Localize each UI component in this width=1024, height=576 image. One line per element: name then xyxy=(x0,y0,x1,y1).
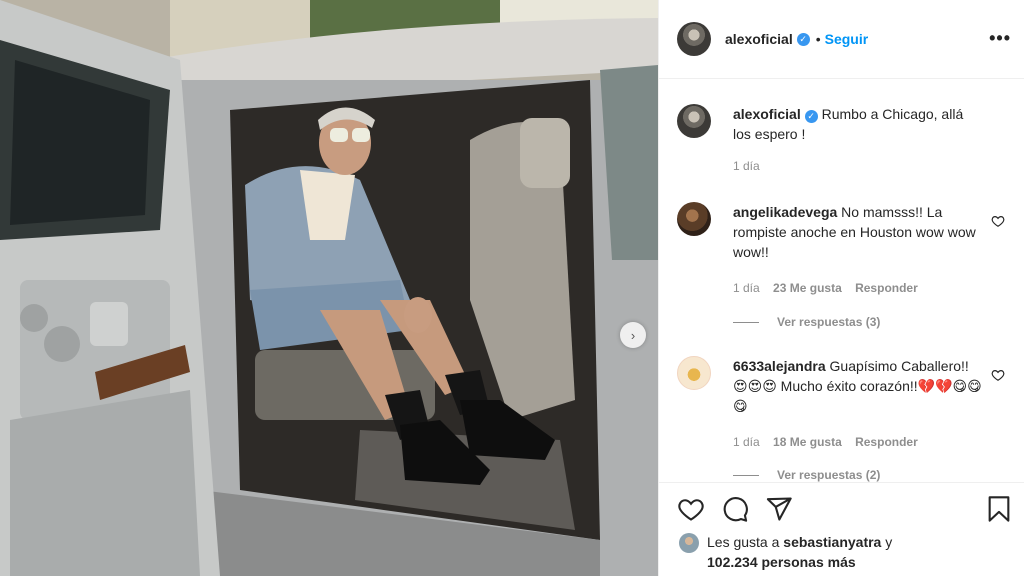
comment-likes[interactable]: 23 Me gusta xyxy=(773,281,842,295)
reply-button[interactable]: Responder xyxy=(855,435,918,449)
comment-body: angelikadevega No mamsss!! La rompiste a… xyxy=(733,202,983,298)
comments-list[interactable]: alexoficial ✓ Rumbo a Chicago, allá los e… xyxy=(659,80,1024,482)
comment-body: 6633alejandra Guapísimo Caballero!!😍😍😍 M… xyxy=(733,356,983,452)
heart-icon[interactable] xyxy=(991,368,1005,382)
comment-username[interactable]: angelikadevega xyxy=(733,204,837,220)
caption-body: alexoficial ✓ Rumbo a Chicago, allá los e… xyxy=(733,104,983,176)
likes-text: Les gusta a sebastianyatra y 102.234 per… xyxy=(707,532,892,572)
verified-badge-icon: ✓ xyxy=(804,110,818,123)
comment-username[interactable]: 6633alejandra xyxy=(733,358,826,374)
post-image xyxy=(0,0,658,576)
caption-time[interactable]: 1 día xyxy=(733,159,760,173)
chevron-right-icon: › xyxy=(630,327,636,343)
heart-icon[interactable] xyxy=(677,495,705,523)
reply-button[interactable]: Responder xyxy=(855,281,918,295)
avatar[interactable] xyxy=(677,202,711,236)
action-bar xyxy=(659,482,1024,538)
comment-time[interactable]: 1 día xyxy=(733,281,760,295)
divider xyxy=(733,474,759,476)
comment-icon[interactable] xyxy=(721,495,749,523)
post-sidebar: alexoficial ✓ • Seguir ••• alexoficial ✓ … xyxy=(658,0,1024,576)
share-icon[interactable] xyxy=(765,495,793,523)
post-photo[interactable]: › xyxy=(0,0,658,576)
likes-conj: y xyxy=(885,534,893,550)
view-replies-button[interactable]: Ver respuestas (3) xyxy=(733,315,880,329)
post-header: alexoficial ✓ • Seguir ••• xyxy=(659,0,1024,79)
avatar[interactable] xyxy=(677,22,711,56)
likes-prefix: Les gusta a xyxy=(707,534,780,550)
comment-likes[interactable]: 18 Me gusta xyxy=(773,435,842,449)
follow-button[interactable]: Seguir xyxy=(825,31,869,47)
divider xyxy=(733,321,759,323)
more-options-icon[interactable]: ••• xyxy=(989,28,1011,49)
avatar xyxy=(679,533,699,553)
comment-meta: 1 día 23 Me gusta Responder xyxy=(733,278,983,298)
view-replies-label: Ver respuestas (2) xyxy=(777,468,881,482)
likes-count[interactable]: 102.234 personas más xyxy=(707,554,856,570)
author-username[interactable]: alexoficial xyxy=(725,31,793,47)
avatar[interactable] xyxy=(677,356,711,390)
avatar[interactable] xyxy=(677,104,711,138)
likes-user[interactable]: sebastianyatra xyxy=(783,534,881,550)
heart-icon[interactable] xyxy=(991,214,1005,228)
view-replies-label: Ver respuestas (3) xyxy=(777,315,881,329)
bookmark-icon[interactable] xyxy=(985,495,1013,523)
view-replies-button[interactable]: Ver respuestas (2) xyxy=(733,468,880,482)
separator-dot: • xyxy=(815,31,821,47)
comment-time[interactable]: 1 día xyxy=(733,435,760,449)
carousel-next-button[interactable]: › xyxy=(620,322,646,348)
verified-badge-icon: ✓ xyxy=(796,32,810,46)
comment-meta: 1 día 18 Me gusta Responder xyxy=(733,432,983,452)
likes-summary[interactable]: Les gusta a sebastianyatra y 102.234 per… xyxy=(679,532,1009,572)
caption-username[interactable]: alexoficial xyxy=(733,106,801,122)
caption-meta: 1 día xyxy=(733,156,983,176)
